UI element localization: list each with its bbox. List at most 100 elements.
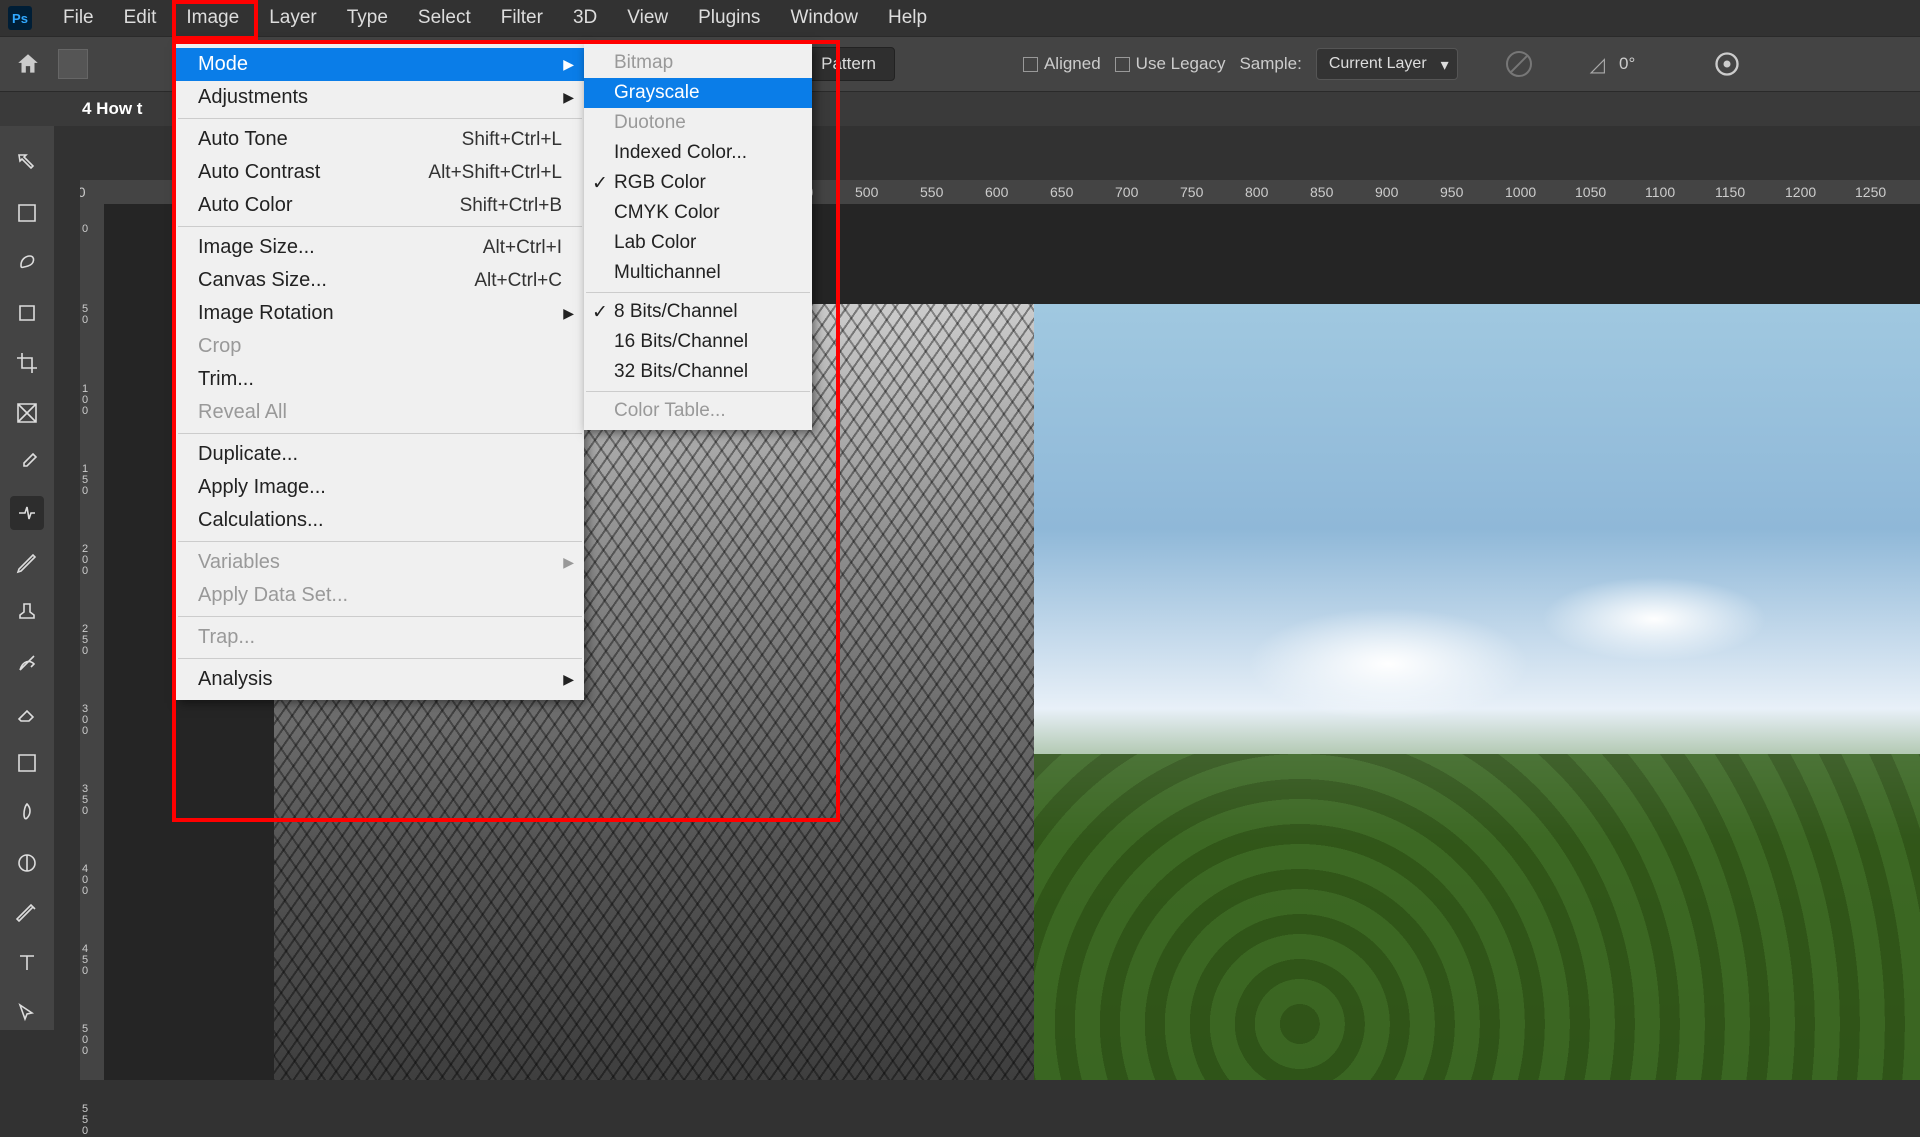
mode-32-bits-channel[interactable]: 32 Bits/Channel	[584, 357, 812, 387]
use-legacy-checkbox[interactable]	[1115, 57, 1130, 72]
mode-submenu: BitmapGrayscaleDuotoneIndexed Color...✓R…	[584, 44, 812, 430]
image-menu-canvas-size-[interactable]: Canvas Size...Alt+Ctrl+C	[176, 264, 584, 297]
tool-healing[interactable]	[10, 496, 44, 530]
image-menu-duplicate-[interactable]: Duplicate...	[176, 438, 584, 471]
ruler-h-tick: 1000	[1505, 184, 1536, 200]
menu-image[interactable]: Image	[171, 1, 254, 35]
mode-grayscale[interactable]: Grayscale	[584, 78, 812, 108]
ruler-h-tick: 1200	[1785, 184, 1816, 200]
tool-marquee[interactable]	[10, 196, 44, 230]
ruler-h-tick: 600	[985, 184, 1008, 200]
menu-type[interactable]: Type	[332, 1, 403, 35]
menu-help[interactable]: Help	[873, 1, 942, 35]
tool-eyedropper[interactable]	[10, 446, 44, 480]
tool-stamp[interactable]	[10, 596, 44, 630]
tool-preset-picker[interactable]	[58, 49, 88, 79]
menu-3d[interactable]: 3D	[558, 1, 612, 35]
ruler-h-tick: 750	[1180, 184, 1203, 200]
tool-smudge[interactable]	[10, 796, 44, 830]
image-menu-auto-tone[interactable]: Auto ToneShift+Ctrl+L	[176, 123, 584, 156]
tool-type[interactable]	[10, 946, 44, 980]
ruler-h-tick: 1050	[1575, 184, 1606, 200]
tool-dodge[interactable]	[10, 846, 44, 880]
tool-pencil[interactable]	[10, 546, 44, 580]
tool-history-brush[interactable]	[10, 646, 44, 680]
tool-gradient[interactable]	[10, 746, 44, 780]
menu-window[interactable]: Window	[775, 1, 873, 35]
mode-cmyk-color[interactable]: CMYK Color	[584, 198, 812, 228]
image-menu-trap-: Trap...	[176, 621, 584, 654]
tool-selection[interactable]	[10, 296, 44, 330]
image-menu-analysis[interactable]: Analysis▶	[176, 663, 584, 696]
image-menu-apply-image-[interactable]: Apply Image...	[176, 471, 584, 504]
aligned-checkbox[interactable]	[1023, 57, 1038, 72]
app-logo: Ps	[8, 6, 32, 30]
ruler-v-tick: 0	[82, 224, 88, 235]
ruler-h-tick: 550	[920, 184, 943, 200]
menu-filter[interactable]: Filter	[486, 1, 558, 35]
menu-view[interactable]: View	[612, 1, 683, 35]
image-menu-mode[interactable]: Mode▶	[176, 48, 584, 81]
tool-crop[interactable]	[10, 346, 44, 380]
mode-16-bits-channel[interactable]: 16 Bits/Channel	[584, 327, 812, 357]
ruler-h-tick: 800	[1245, 184, 1268, 200]
image-menu-adjustments[interactable]: Adjustments▶	[176, 81, 584, 114]
image-menu-image-rotation[interactable]: Image Rotation▶	[176, 297, 584, 330]
menu-separator	[178, 616, 582, 617]
sample-dropdown[interactable]: Current Layer ▾	[1316, 48, 1458, 80]
tool-eraser[interactable]	[10, 696, 44, 730]
image-menu-variables: Variables▶	[176, 546, 584, 579]
mode-color-table-: Color Table...	[584, 396, 812, 426]
mode-duotone: Duotone	[584, 108, 812, 138]
menu-plugins[interactable]: Plugins	[683, 1, 775, 35]
image-menu-image-size-[interactable]: Image Size...Alt+Ctrl+I	[176, 231, 584, 264]
ignore-adjustment-icon[interactable]	[1506, 51, 1532, 77]
tool-frame[interactable]	[10, 396, 44, 430]
ruler-h-tick: 650	[1050, 184, 1073, 200]
aligned-label: Aligned	[1044, 54, 1101, 73]
pattern-button[interactable]: Pattern	[802, 47, 895, 81]
ruler-h-tick: 950	[1440, 184, 1463, 200]
ruler-h-tick: 850	[1310, 184, 1333, 200]
menu-edit[interactable]: Edit	[109, 1, 172, 35]
document-tab[interactable]: 4 How t	[70, 93, 154, 125]
menu-separator	[178, 118, 582, 119]
pressure-icon[interactable]	[1713, 50, 1741, 78]
ruler-h-tick: 500	[855, 184, 878, 200]
ruler-h-tick: 900	[1375, 184, 1398, 200]
mode-indexed-color-[interactable]: Indexed Color...	[584, 138, 812, 168]
vertical-ruler: 050100150200250300350400450500550	[80, 204, 104, 1080]
mode-lab-color[interactable]: Lab Color	[584, 228, 812, 258]
ruler-v-tick: 500	[82, 1024, 88, 1057]
ruler-v-tick: 100	[82, 384, 88, 417]
sample-label: Sample:	[1239, 54, 1301, 74]
menubar: Ps FileEditImageLayerTypeSelectFilter3DV…	[0, 0, 1920, 36]
document-color-half	[1034, 304, 1920, 1080]
angle-value[interactable]: 0°	[1619, 54, 1635, 74]
menu-layer[interactable]: Layer	[254, 1, 332, 35]
ruler-h-tick: 1150	[1715, 184, 1745, 200]
tool-path-select[interactable]	[10, 996, 44, 1030]
mode-8-bits-channel[interactable]: ✓8 Bits/Channel	[584, 297, 812, 327]
menu-select[interactable]: Select	[403, 1, 486, 35]
tool-move[interactable]	[10, 146, 44, 180]
ruler-v-tick: 450	[82, 944, 88, 977]
ruler-v-tick: 200	[82, 544, 88, 577]
image-menu-trim-[interactable]: Trim...	[176, 363, 584, 396]
image-menu-auto-contrast[interactable]: Auto ContrastAlt+Shift+Ctrl+L	[176, 156, 584, 189]
menu-file[interactable]: File	[48, 1, 109, 35]
menu-separator	[586, 391, 810, 392]
image-menu-calculations-[interactable]: Calculations...	[176, 504, 584, 537]
ruler-v-tick: 400	[82, 864, 88, 897]
home-button[interactable]	[12, 48, 44, 80]
tool-lasso[interactable]	[10, 246, 44, 280]
tool-pen[interactable]	[10, 896, 44, 930]
mode-rgb-color[interactable]: ✓RGB Color	[584, 168, 812, 198]
ruler-v-tick: 250	[82, 624, 88, 657]
ruler-h-tick: 1100	[1645, 184, 1675, 200]
aligned-checkbox-group[interactable]: Aligned	[1023, 54, 1101, 74]
mode-multichannel[interactable]: Multichannel	[584, 258, 812, 288]
use-legacy-checkbox-group[interactable]: Use Legacy	[1115, 54, 1226, 74]
image-menu-apply-data-set-: Apply Data Set...	[176, 579, 584, 612]
image-menu-auto-color[interactable]: Auto ColorShift+Ctrl+B	[176, 189, 584, 222]
